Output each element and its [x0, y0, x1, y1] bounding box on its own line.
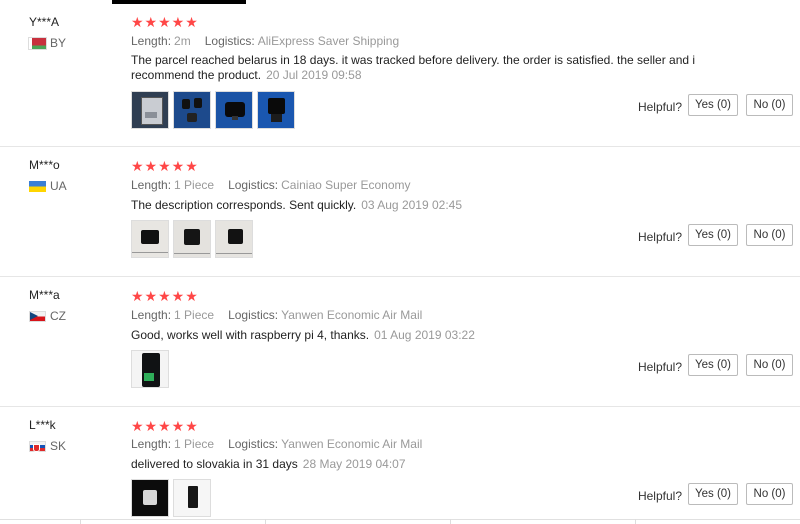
- order-info: Length: 1 Piece Logistics: Yanwen Economic …: [131, 437, 422, 451]
- country-code: BY: [50, 36, 67, 50]
- helpful-label: Helpful?: [637, 100, 682, 114]
- helpful-label: Helpful?: [637, 489, 682, 503]
- review-photo[interactable]: [257, 91, 295, 129]
- length-label: Length:: [131, 178, 172, 192]
- review-photo[interactable]: [173, 479, 211, 517]
- reviewer-country: UA: [29, 179, 67, 193]
- star-rating: ★★★★★: [131, 288, 199, 304]
- review-photo[interactable]: [131, 479, 169, 517]
- star-rating: ★★★★★: [131, 418, 199, 434]
- country-code: SK: [50, 439, 67, 453]
- review-body: Good, works well with raspberry pi 4, th…: [131, 328, 370, 342]
- helpful-no-button[interactable]: No (0): [746, 94, 793, 116]
- flag-sk-icon: [29, 440, 46, 452]
- review-photo[interactable]: [215, 220, 253, 258]
- helpful-yes-button[interactable]: Yes (0): [688, 483, 738, 505]
- logistics-value: Yanwen Economic Air Mail: [281, 437, 423, 451]
- review-date: 20 Jul 2019 09:58: [266, 67, 362, 82]
- length-label: Length:: [131, 437, 172, 451]
- reviewer-name: M***o: [29, 158, 60, 172]
- logistics-value: Cainiao Super Economy: [281, 178, 411, 192]
- review-date: 28 May 2019 04:07: [302, 457, 406, 471]
- helpful-no-button[interactable]: No (0): [746, 483, 793, 505]
- reviewer-name: L***k: [29, 418, 56, 432]
- review-text: delivered to slovakia in 31 days 28 May 2…: [131, 457, 731, 472]
- order-info: Length: 1 Piece Logistics: Yanwen Economic …: [131, 308, 422, 322]
- photo-gallery: [131, 479, 211, 517]
- review-item: M***a CZ ★★★★★ Length: 1 Piece Logistics: Y…: [0, 276, 800, 407]
- review-photo[interactable]: [173, 220, 211, 258]
- review-date: 01 Aug 2019 03:22: [374, 328, 475, 342]
- star-rating: ★★★★★: [131, 158, 199, 174]
- length-value: 2m: [174, 34, 191, 48]
- review-item: M***o UA ★★★★★ Length: 1 Piece Logistics: C…: [0, 146, 800, 277]
- helpful-yes-button[interactable]: Yes (0): [688, 354, 738, 376]
- review-item: Y***A BY ★★★★★ Length: 2m Logistics: AliExp…: [0, 0, 800, 147]
- length-value: 1 Piece: [174, 178, 215, 192]
- helpful-label: Helpful?: [637, 360, 682, 374]
- reviewer-country: CZ: [29, 309, 66, 323]
- logistics-label: Logistics:: [228, 437, 279, 451]
- length-label: Length:: [131, 308, 172, 322]
- review-photo[interactable]: [131, 91, 169, 129]
- length-value: 1 Piece: [174, 437, 215, 451]
- logistics-value: Yanwen Economic Air Mail: [281, 308, 423, 322]
- logistics-label: Logistics:: [228, 178, 279, 192]
- helpful-yes-button[interactable]: Yes (0): [688, 94, 738, 116]
- helpful-yes-button[interactable]: Yes (0): [688, 224, 738, 246]
- review-photo[interactable]: [131, 350, 169, 388]
- review-body: The description corresponds. Sent quickl…: [131, 198, 357, 212]
- review-item: L***k SK ★★★★★ Length: 1 Piece Logistics: Y…: [0, 406, 800, 520]
- star-rating: ★★★★★: [131, 14, 199, 30]
- footer-divider: [0, 519, 800, 520]
- photo-gallery: [131, 91, 295, 129]
- reviewer-country: BY: [28, 36, 67, 50]
- logistics-value: AliExpress Saver Shipping: [257, 34, 400, 48]
- review-text: The description corresponds. Sent quickl…: [131, 198, 731, 213]
- length-value: 1 Piece: [174, 308, 215, 322]
- photo-gallery: [131, 350, 169, 388]
- review-date: 03 Aug 2019 02:45: [361, 198, 462, 212]
- review-text: Good, works well with raspberry pi 4, th…: [131, 328, 731, 343]
- order-info: Length: 1 Piece Logistics: Cainiao Super Ec…: [131, 178, 411, 192]
- reviewer-name: Y***A: [29, 15, 60, 29]
- country-code: CZ: [50, 309, 66, 323]
- photo-gallery: [131, 220, 253, 258]
- reviewer-name: M***a: [29, 288, 60, 302]
- logistics-label: Logistics:: [204, 34, 255, 48]
- helpful-no-button[interactable]: No (0): [746, 224, 793, 246]
- order-info: Length: 2m Logistics: AliExpress Saver Ship…: [131, 34, 399, 48]
- review-photo[interactable]: [173, 91, 211, 129]
- review-text: The parcel reached belarus in 18 days. i…: [131, 53, 731, 82]
- country-code: UA: [50, 179, 67, 193]
- helpful-no-button[interactable]: No (0): [746, 354, 793, 376]
- logistics-label: Logistics:: [228, 308, 279, 322]
- review-photo[interactable]: [131, 220, 169, 258]
- reviewer-country: SK: [29, 439, 66, 453]
- flag-by-icon: [28, 36, 47, 50]
- review-body: delivered to slovakia in 31 days: [131, 457, 298, 471]
- flag-cz-icon: [29, 310, 46, 322]
- review-photo[interactable]: [215, 91, 253, 129]
- review-body: The parcel reached belarus in 18 days. i…: [131, 53, 696, 82]
- helpful-label: Helpful?: [637, 230, 682, 244]
- length-label: Length:: [131, 34, 172, 48]
- flag-ua-icon: [29, 180, 46, 192]
